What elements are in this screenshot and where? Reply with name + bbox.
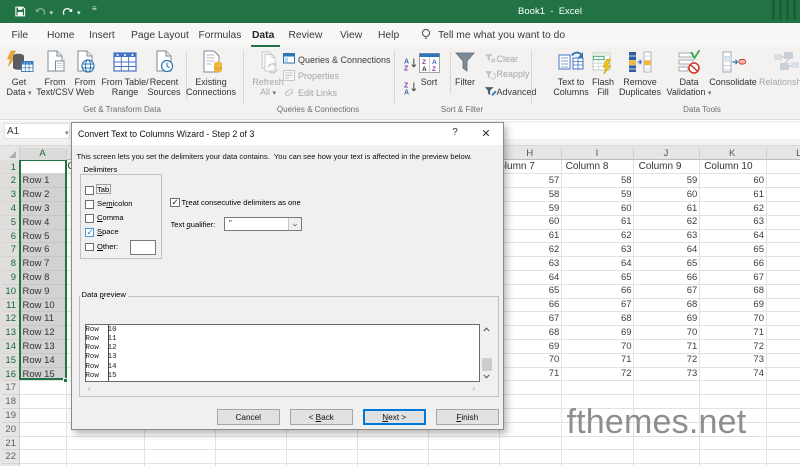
- svg-text:Z: Z: [422, 59, 426, 66]
- svg-text:A: A: [404, 90, 409, 96]
- svg-text:Z: Z: [432, 66, 436, 73]
- svg-text:A: A: [422, 66, 427, 73]
